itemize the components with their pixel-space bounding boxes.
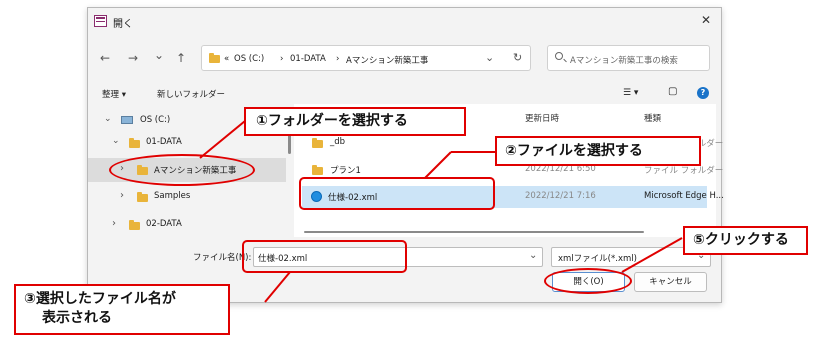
- highlight-ellipse-open: [544, 268, 632, 294]
- file-name: プラン1: [330, 166, 361, 176]
- recent-locations-icon[interactable]: ⌄: [154, 48, 164, 62]
- nav-item-label: OS (C:): [140, 115, 171, 125]
- new-folder-button[interactable]: 新しいフォルダー: [157, 88, 225, 100]
- breadcrumb-item[interactable]: Aマンション新築工事: [346, 54, 428, 66]
- highlight-box-filename: [242, 240, 407, 273]
- refresh-icon[interactable]: ↻: [513, 51, 522, 64]
- scrollbar-thumb[interactable]: [288, 134, 291, 154]
- highlight-ellipse-folder: [109, 154, 255, 186]
- address-dropdown-icon[interactable]: ⌄: [485, 51, 494, 64]
- address-bar[interactable]: « OS (C:) › 01-DATA › Aマンション新築工事 ⌄: [201, 45, 531, 71]
- back-arrow-icon[interactable]: ←: [100, 51, 110, 65]
- callout-step3: ③選択したファイル名が 表示される: [14, 284, 230, 335]
- file-type: Microsoft Edge H...: [644, 191, 724, 201]
- breadcrumb-item[interactable]: 01-DATA: [290, 54, 326, 64]
- breadcrumb-separator: ›: [280, 54, 284, 64]
- forward-arrow-icon[interactable]: →: [128, 51, 138, 65]
- search-icon: [555, 52, 563, 60]
- breadcrumb-overflow[interactable]: «: [224, 54, 229, 64]
- folder-icon: [129, 138, 140, 148]
- callout-step1: ①フォルダーを選択する: [244, 107, 466, 136]
- nav-item-label: 01-DATA: [146, 137, 182, 147]
- column-header-date[interactable]: 更新日時: [525, 112, 559, 124]
- help-icon[interactable]: ?: [697, 87, 709, 99]
- nav-item-02-data[interactable]: › 02-DATA: [88, 214, 286, 236]
- nav-item-label: 02-DATA: [146, 219, 182, 229]
- nav-item-label: Samples: [154, 191, 191, 201]
- highlight-box-file: [299, 177, 495, 210]
- scrollbar-thumb[interactable]: [304, 231, 644, 233]
- breadcrumb-separator: ›: [336, 54, 340, 64]
- nav-item-samples[interactable]: › Samples: [88, 186, 286, 208]
- file-type-filter-value: xmlファイル(*.xml): [558, 254, 637, 264]
- chevron-down-icon[interactable]: ⌄: [104, 114, 112, 124]
- preview-pane-icon[interactable]: ▢: [668, 86, 677, 97]
- chevron-down-icon[interactable]: ⌄: [112, 136, 120, 146]
- up-arrow-icon[interactable]: ↑: [176, 51, 186, 65]
- chevron-right-icon[interactable]: ›: [120, 190, 124, 201]
- folder-icon: [137, 192, 148, 202]
- drive-icon: [121, 116, 133, 124]
- breadcrumb-item[interactable]: OS (C:): [234, 54, 264, 64]
- file-list-hscrollbar[interactable]: [294, 230, 716, 235]
- file-name: _db: [330, 137, 346, 147]
- dialog-title: 開く: [113, 19, 133, 30]
- folder-icon: [312, 138, 323, 148]
- title-bar: 開く ✕: [88, 8, 721, 38]
- callout-step5: ⑤クリックする: [683, 226, 808, 255]
- organize-menu[interactable]: 整理 ▾: [102, 88, 126, 100]
- folder-icon: [209, 53, 220, 63]
- chevron-down-icon[interactable]: ⌄: [529, 250, 537, 261]
- chevron-right-icon[interactable]: ›: [112, 218, 116, 229]
- callout-step3-line1: ③選択したファイル名が: [24, 291, 176, 307]
- file-date: 2022/12/21 7:16: [525, 191, 596, 201]
- folder-icon: [129, 220, 140, 230]
- search-placeholder: Aマンション新築工事の検索: [570, 56, 678, 66]
- close-icon[interactable]: ✕: [701, 13, 711, 27]
- callout-step2: ②ファイルを選択する: [495, 136, 701, 166]
- app-icon: [94, 15, 107, 27]
- cancel-button[interactable]: キャンセル: [634, 272, 707, 292]
- view-menu-icon[interactable]: ☰ ▾: [623, 88, 638, 98]
- column-header-type[interactable]: 種類: [644, 112, 661, 124]
- callout-step3-line2: 表示される: [42, 310, 112, 326]
- search-box[interactable]: Aマンション新築工事の検索: [547, 45, 710, 71]
- folder-icon: [312, 165, 323, 175]
